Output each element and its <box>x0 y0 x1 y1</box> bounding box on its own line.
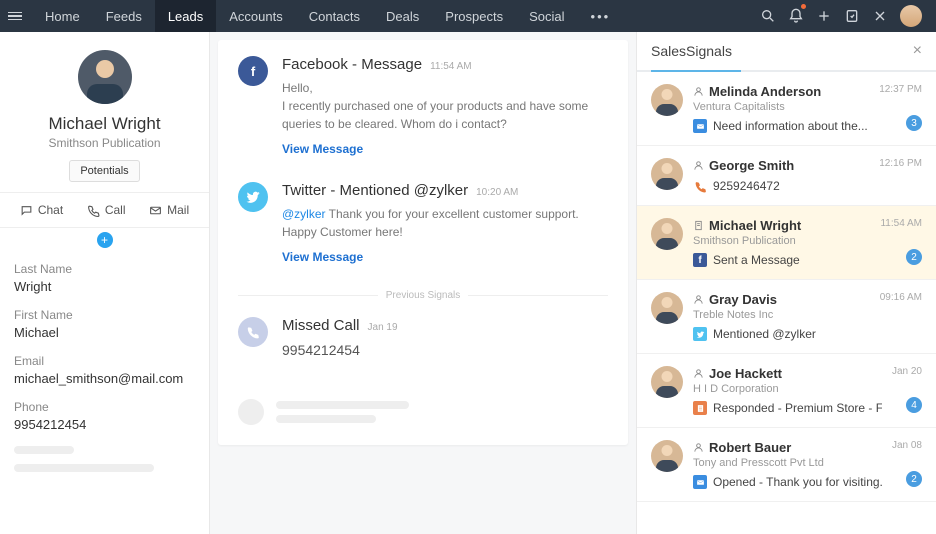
feed-body: Hello, I recently purchased one of your … <box>282 79 608 133</box>
signal-avatar <box>651 440 683 472</box>
signal-avatar <box>651 218 683 250</box>
signal-time: 12:16 PM <box>879 158 922 193</box>
field-label: Email <box>14 354 195 368</box>
signal-message: Mentioned @zylker <box>713 327 816 341</box>
chat-label: Chat <box>38 203 63 217</box>
signal-badge: 2 <box>906 471 922 487</box>
signal-badge: 3 <box>906 115 922 131</box>
feed-item-missed-call[interactable]: Missed Call Jan 19 9954212454 <box>238 317 608 369</box>
field-label: Phone <box>14 400 195 414</box>
feed-item-twitter[interactable]: Twitter - Mentioned @zylker 10:20 AM @zyl… <box>238 182 608 264</box>
mail-label: Mail <box>167 203 189 217</box>
call-label: Call <box>105 203 126 217</box>
lead-company: Smithson Publication <box>12 136 197 150</box>
top-nav: HomeFeedsLeadsAccountsContactsDealsProsp… <box>0 0 936 32</box>
missed-call-number: 9954212454 <box>282 340 608 361</box>
field-label: Last Name <box>14 262 195 276</box>
tools-icon[interactable] <box>866 0 894 32</box>
feed-body: @zylker Thank you for your excellent cus… <box>282 205 608 241</box>
signal-message: Sent a Message <box>713 253 800 267</box>
nav-feeds[interactable]: Feeds <box>93 0 155 32</box>
activity-feed: f Facebook - Message 11:54 AM Hello, I re… <box>210 32 636 534</box>
plus-icon[interactable] <box>810 0 838 32</box>
signal-company: Tony and Presscott Pvt Ltd <box>693 457 882 469</box>
potentials-tag[interactable]: Potentials <box>69 160 139 182</box>
lead-name: Michael Wright <box>12 114 197 134</box>
signal-avatar <box>651 366 683 398</box>
signal-name: Joe Hackett <box>709 366 782 381</box>
feed-time: Jan 19 <box>368 322 398 333</box>
skeleton-placeholder <box>14 446 74 454</box>
signal-time: 09:16 AM <box>880 292 922 341</box>
chat-action[interactable]: Chat <box>20 203 63 217</box>
nav-more[interactable]: ••• <box>578 9 624 24</box>
signal-message: Need information about the... <box>713 119 868 133</box>
signal-item[interactable]: Joe Hackett H I D Corporation Responded - … <box>637 354 936 428</box>
close-icon[interactable]: × <box>913 42 922 60</box>
nav-home[interactable]: Home <box>32 0 93 32</box>
feed-title: Missed Call <box>282 317 360 334</box>
view-message-link[interactable]: View Message <box>282 250 363 264</box>
hamburger-icon[interactable] <box>8 12 22 21</box>
mail-action[interactable]: Mail <box>149 203 189 217</box>
twitter-icon <box>238 182 268 212</box>
phone-value[interactable]: 9954212454 <box>14 417 195 432</box>
signal-avatar <box>651 158 683 190</box>
salessignals-title: SalesSignals <box>651 43 732 59</box>
signal-company: H I D Corporation <box>693 383 882 395</box>
email-value[interactable]: michael_smithson@mail.com <box>14 371 195 386</box>
feed-title: Facebook - Message <box>282 56 422 73</box>
signal-badge: 2 <box>906 249 922 265</box>
skeleton-placeholder <box>14 464 154 472</box>
signal-item[interactable]: Gray Davis Treble Notes Inc Mentioned @zyl… <box>637 280 936 354</box>
lead-detail-panel: Michael Wright Smithson Publication Pote… <box>0 32 210 534</box>
user-avatar[interactable] <box>900 5 922 27</box>
salessignals-panel: SalesSignals × Melinda Anderson Ventura C… <box>636 32 936 534</box>
signal-item[interactable]: George Smith 9259246472 12:16 PM <box>637 146 936 206</box>
nav-leads[interactable]: Leads <box>155 0 216 32</box>
clipboard-icon[interactable] <box>838 0 866 32</box>
phone-icon <box>238 317 268 347</box>
signal-name: Gray Davis <box>709 292 777 307</box>
nav-prospects[interactable]: Prospects <box>432 0 516 32</box>
facebook-icon: f <box>238 56 268 86</box>
field-label: First Name <box>14 308 195 322</box>
signal-name: Melinda Anderson <box>709 84 821 99</box>
last-name-value[interactable]: Wright <box>14 279 195 294</box>
signal-item[interactable]: Robert Bauer Tony and Presscott Pvt Ltd Op… <box>637 428 936 502</box>
skeleton-row <box>238 395 608 429</box>
feed-title: Twitter - Mentioned @zylker <box>282 182 468 199</box>
call-action[interactable]: Call <box>87 203 126 217</box>
signal-name: George Smith <box>709 158 794 173</box>
feed-time: 10:20 AM <box>476 187 518 198</box>
nav-contacts[interactable]: Contacts <box>296 0 373 32</box>
signal-message: 9259246472 <box>713 179 780 193</box>
nav-accounts[interactable]: Accounts <box>216 0 295 32</box>
signal-company: Ventura Capitalists <box>693 101 869 113</box>
signal-company: Treble Notes Inc <box>693 309 870 321</box>
signal-item[interactable]: Michael WrightSmithson PublicationfSent … <box>637 206 936 280</box>
signal-avatar <box>651 84 683 116</box>
view-message-link[interactable]: View Message <box>282 142 363 156</box>
nav-social[interactable]: Social <box>516 0 577 32</box>
feed-time: 11:54 AM <box>430 61 472 72</box>
lead-avatar <box>78 50 132 104</box>
signal-avatar <box>651 292 683 324</box>
signal-name: Michael Wright <box>709 218 801 233</box>
search-icon[interactable] <box>754 0 782 32</box>
previous-signals-divider: Previous Signals <box>238 290 608 301</box>
nav-deals[interactable]: Deals <box>373 0 432 32</box>
signal-name: Robert Bauer <box>709 440 791 455</box>
feed-item-facebook[interactable]: f Facebook - Message 11:54 AM Hello, I re… <box>238 56 608 156</box>
signal-message: Responded - Premium Store - Fee... <box>713 401 882 415</box>
first-name-value[interactable]: Michael <box>14 325 195 340</box>
signal-badge: 4 <box>906 397 922 413</box>
bell-icon[interactable] <box>782 0 810 32</box>
signal-company: Smithson Publication <box>693 235 870 247</box>
signal-item[interactable]: Melinda Anderson Ventura Capitalists Need … <box>637 72 936 146</box>
signal-message: Opened - Thank you for visiting... <box>713 475 882 489</box>
add-field-button[interactable]: + <box>97 232 113 248</box>
